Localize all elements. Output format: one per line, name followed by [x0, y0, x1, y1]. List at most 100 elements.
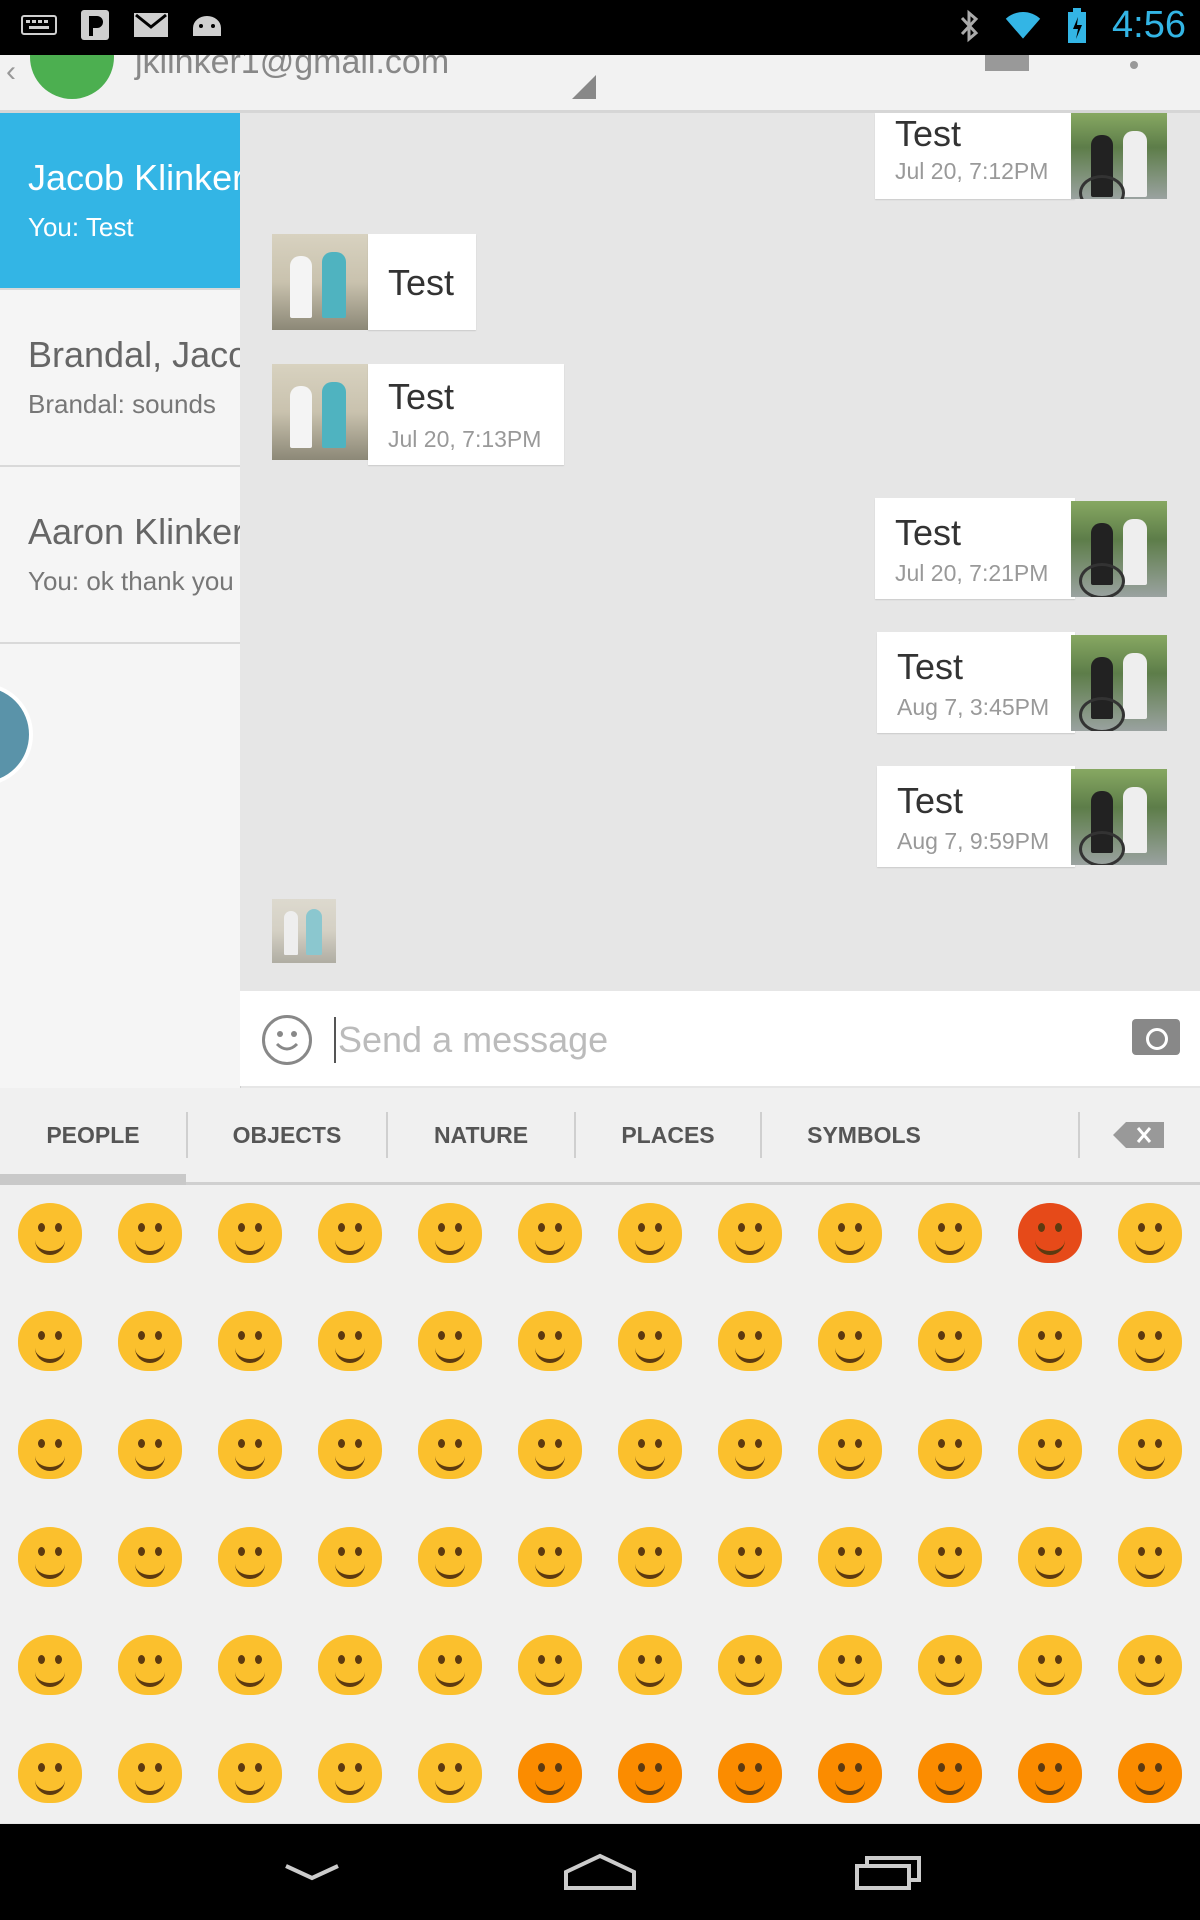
emoji-key[interactable] — [318, 1743, 382, 1803]
emoji-key[interactable] — [918, 1419, 982, 1479]
back-chevron-icon[interactable]: ‹ — [6, 55, 16, 89]
emoji-key[interactable] — [18, 1743, 82, 1803]
emoji-key[interactable] — [818, 1635, 882, 1695]
emoji-key[interactable] — [218, 1743, 282, 1803]
emoji-key[interactable] — [318, 1419, 382, 1479]
conversation-item[interactable]: Aaron Klinker You: ok thank you — [0, 467, 240, 644]
avatar[interactable] — [272, 234, 368, 330]
emoji-key[interactable] — [118, 1527, 182, 1587]
message-bubble[interactable]: Test Aug 7, 3:45PM — [877, 632, 1075, 733]
emoji-key[interactable] — [518, 1635, 582, 1695]
emoji-key[interactable] — [1118, 1635, 1182, 1695]
emoji-key[interactable] — [118, 1419, 182, 1479]
tab-objects[interactable]: OBJECTS — [188, 1088, 386, 1182]
message-bubble[interactable]: Test Jul 20, 7:13PM — [368, 364, 564, 465]
emoji-key[interactable] — [1018, 1527, 1082, 1587]
emoji-key[interactable] — [1118, 1419, 1182, 1479]
emoji-key[interactable] — [718, 1203, 782, 1263]
emoji-key[interactable] — [518, 1419, 582, 1479]
emoji-key[interactable] — [618, 1527, 682, 1587]
tab-nature[interactable]: NATURE — [388, 1088, 574, 1182]
emoji-key[interactable] — [918, 1635, 982, 1695]
emoji-key[interactable] — [18, 1419, 82, 1479]
emoji-key[interactable] — [118, 1203, 182, 1263]
emoji-key[interactable] — [718, 1311, 782, 1371]
emoji-key[interactable] — [1018, 1311, 1082, 1371]
emoji-key[interactable] — [718, 1743, 782, 1803]
emoji-key[interactable] — [818, 1743, 882, 1803]
emoji-key[interactable] — [918, 1743, 982, 1803]
emoji-key[interactable] — [918, 1203, 982, 1263]
emoji-key[interactable] — [618, 1419, 682, 1479]
emoji-key[interactable] — [1018, 1203, 1082, 1263]
avatar[interactable] — [1071, 501, 1167, 597]
emoji-key[interactable] — [1018, 1635, 1082, 1695]
tab-places[interactable]: PLACES — [576, 1088, 760, 1182]
emoji-key[interactable] — [418, 1311, 482, 1371]
emoji-key[interactable] — [718, 1527, 782, 1587]
emoji-key[interactable] — [418, 1635, 482, 1695]
emoji-key[interactable] — [618, 1635, 682, 1695]
emoji-key[interactable] — [18, 1203, 82, 1263]
avatar[interactable] — [1071, 113, 1167, 199]
emoji-key[interactable] — [1118, 1743, 1182, 1803]
emoji-key[interactable] — [1118, 1311, 1182, 1371]
emoji-key[interactable] — [818, 1311, 882, 1371]
new-conversation-button[interactable] — [0, 683, 33, 786]
emoji-key[interactable] — [818, 1527, 882, 1587]
dropdown-triangle-icon[interactable] — [572, 75, 596, 99]
emoji-key[interactable] — [118, 1635, 182, 1695]
emoji-key[interactable] — [1118, 1203, 1182, 1263]
account-selector[interactable]: jklinker1@gmail.com — [135, 55, 449, 82]
emoji-key[interactable] — [218, 1203, 282, 1263]
emoji-key[interactable] — [18, 1527, 82, 1587]
emoji-key[interactable] — [518, 1203, 582, 1263]
emoji-key[interactable] — [518, 1743, 582, 1803]
emoji-key[interactable] — [618, 1311, 682, 1371]
emoji-key[interactable] — [118, 1311, 182, 1371]
avatar[interactable] — [1071, 635, 1167, 731]
emoji-key[interactable] — [1018, 1743, 1082, 1803]
emoji-key[interactable] — [218, 1311, 282, 1371]
emoji-key[interactable] — [618, 1203, 682, 1263]
message-bubble[interactable]: Test — [368, 234, 476, 330]
emoji-key[interactable] — [18, 1311, 82, 1371]
emoji-key[interactable] — [18, 1635, 82, 1695]
emoji-key[interactable] — [918, 1311, 982, 1371]
emoji-key[interactable] — [418, 1203, 482, 1263]
avatar[interactable] — [1071, 769, 1167, 865]
emoji-key[interactable] — [1018, 1419, 1082, 1479]
recent-apps-icon[interactable] — [828, 1824, 948, 1920]
message-bubble[interactable]: Test Jul 20, 7:21PM — [875, 498, 1075, 599]
emoji-key[interactable] — [818, 1419, 882, 1479]
emoji-key[interactable] — [818, 1203, 882, 1263]
tab-people[interactable]: PEOPLE — [0, 1088, 186, 1182]
back-down-icon[interactable] — [252, 1824, 372, 1920]
emoji-key[interactable] — [618, 1743, 682, 1803]
message-bubble[interactable]: Test Aug 7, 9:59PM — [877, 766, 1075, 867]
emoji-key[interactable] — [318, 1203, 382, 1263]
emoji-key[interactable] — [918, 1527, 982, 1587]
backspace-icon[interactable] — [1112, 1121, 1166, 1149]
emoji-key[interactable] — [418, 1743, 482, 1803]
tab-symbols[interactable]: SYMBOLS — [762, 1088, 966, 1182]
message-bubble[interactable]: Test Jul 20, 7:12PM — [875, 113, 1075, 199]
avatar[interactable] — [272, 364, 368, 460]
emoji-key[interactable] — [718, 1419, 782, 1479]
emoji-key[interactable] — [318, 1527, 382, 1587]
conversation-item[interactable]: Brandal, Jacob Brandal: sounds — [0, 290, 240, 467]
conversation-item[interactable]: Jacob Klinker You: Test — [0, 113, 240, 290]
emoji-key[interactable] — [218, 1635, 282, 1695]
emoji-key[interactable] — [418, 1527, 482, 1587]
emoji-toggle-icon[interactable] — [262, 1015, 312, 1065]
emoji-key[interactable] — [418, 1419, 482, 1479]
emoji-key[interactable] — [518, 1311, 582, 1371]
message-input[interactable] — [336, 1011, 1100, 1069]
emoji-key[interactable] — [118, 1743, 182, 1803]
emoji-key[interactable] — [518, 1527, 582, 1587]
emoji-key[interactable] — [318, 1311, 382, 1371]
emoji-key[interactable] — [218, 1419, 282, 1479]
video-call-icon[interactable] — [985, 55, 1029, 71]
emoji-key[interactable] — [318, 1635, 382, 1695]
emoji-key[interactable] — [218, 1527, 282, 1587]
